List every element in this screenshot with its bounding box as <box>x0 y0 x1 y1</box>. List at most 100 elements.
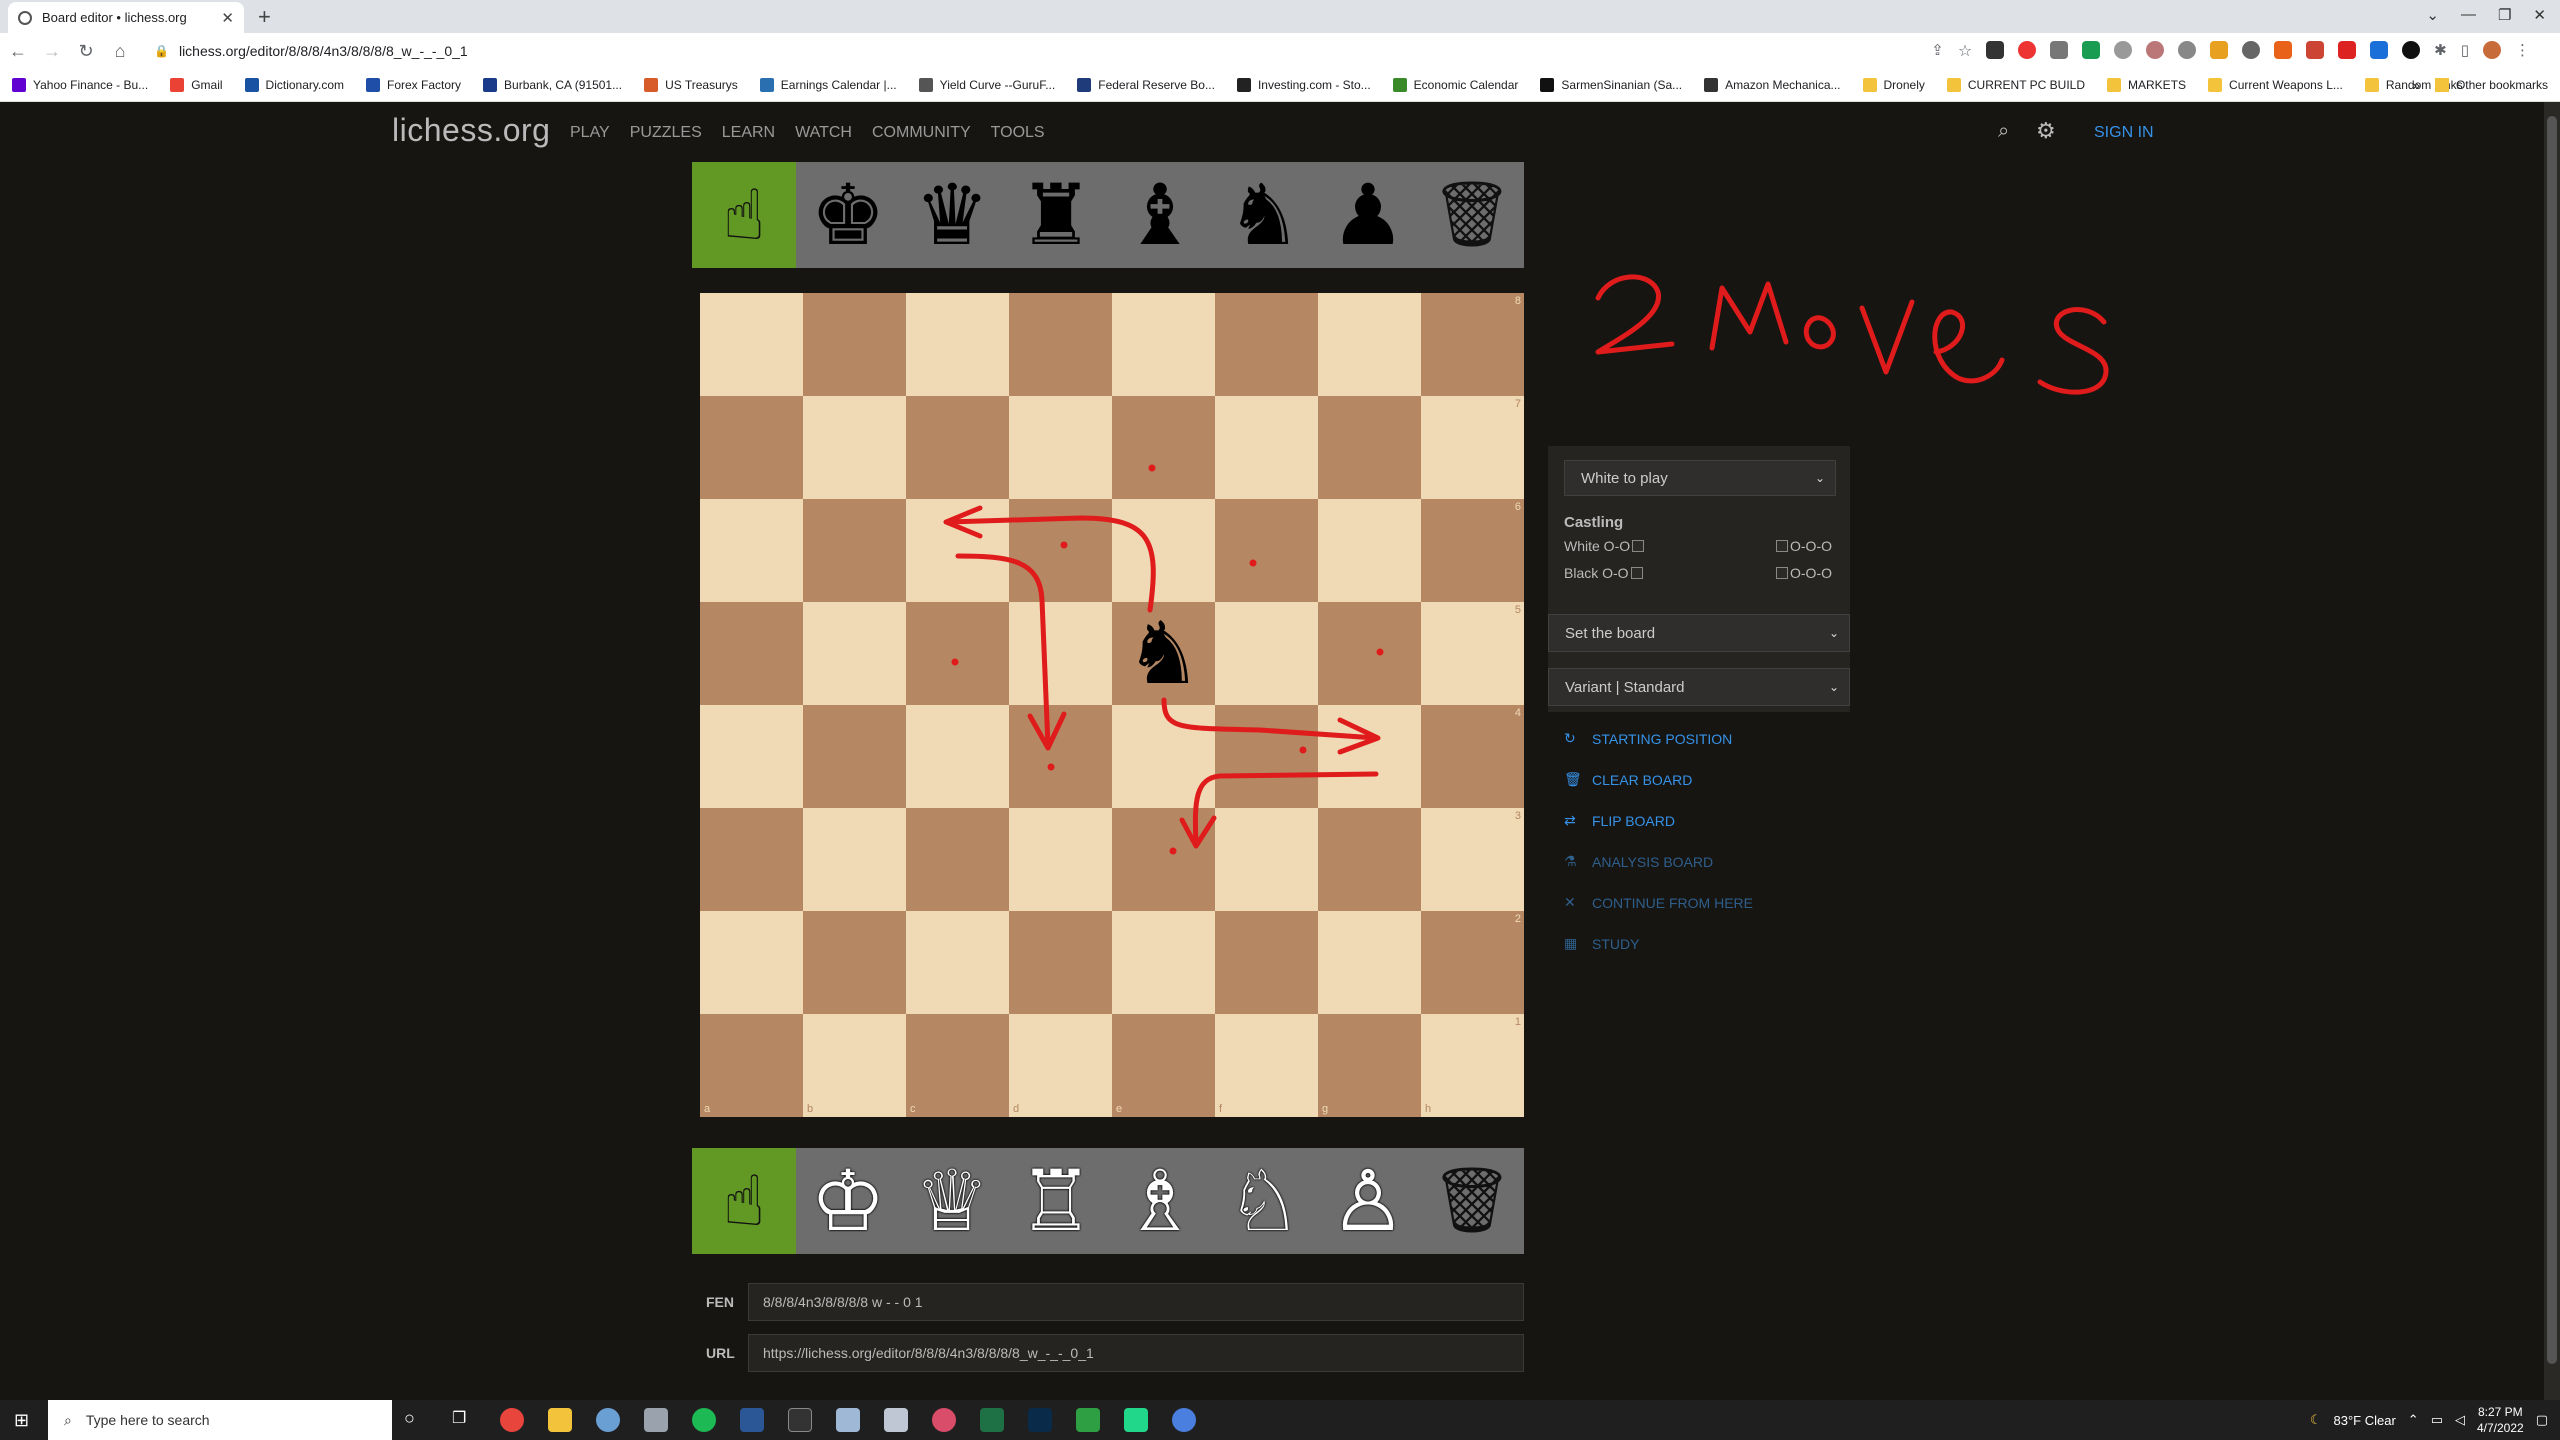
bookmark-star-icon[interactable]: ☆ <box>1958 41 1972 61</box>
square-d4[interactable] <box>1009 705 1112 808</box>
square-g2[interactable] <box>1318 911 1421 1014</box>
starting-position-button[interactable]: ↻ STARTING POSITION <box>1564 730 1732 747</box>
back-icon[interactable]: ← <box>2 41 34 62</box>
black-rook-icon[interactable]: ♜ <box>1004 162 1108 268</box>
square-e1[interactable]: e <box>1112 1014 1215 1117</box>
square-e5[interactable]: ♞ <box>1112 602 1215 705</box>
square-h5[interactable]: 5 <box>1421 602 1524 705</box>
bookmark-item[interactable]: CURRENT PC BUILD <box>1946 78 2085 92</box>
photoshop-icon[interactable] <box>1028 1408 1052 1432</box>
black-knight-piece[interactable]: ♞ <box>1112 602 1215 705</box>
extension-icon[interactable] <box>1986 41 2005 59</box>
bookmark-item[interactable]: Burbank, CA (91501... <box>483 78 622 92</box>
bookmark-item[interactable]: Investing.com - Sto... <box>1236 78 1371 92</box>
square-d2[interactable] <box>1009 911 1112 1014</box>
weather-icon[interactable]: ☾ <box>2310 1412 2322 1428</box>
nav-learn[interactable]: LEARN <box>722 124 775 142</box>
nav-community[interactable]: COMMUNITY <box>872 124 971 142</box>
square-h8[interactable]: 8 <box>1421 293 1524 396</box>
square-b8[interactable] <box>803 293 906 396</box>
square-f7[interactable] <box>1215 396 1318 499</box>
square-a4[interactable] <box>700 705 803 808</box>
bookmark-item[interactable]: Yahoo Finance - Bu... <box>12 78 148 92</box>
page-scrollbar[interactable] <box>2544 102 2560 1400</box>
app-icon[interactable] <box>644 1408 668 1432</box>
bookmark-item[interactable]: Dictionary.com <box>244 78 344 92</box>
white-king-icon[interactable]: ♔ <box>796 1148 900 1254</box>
pointer-hand-icon[interactable]: ☝ <box>692 1148 796 1254</box>
black-ooo-checkbox[interactable] <box>1776 567 1788 579</box>
calculator-icon[interactable] <box>884 1408 908 1432</box>
square-a2[interactable] <box>700 911 803 1014</box>
trash-icon[interactable]: 🗑 <box>1420 162 1524 268</box>
square-f4[interactable] <box>1215 705 1318 808</box>
square-c2[interactable] <box>906 911 1009 1014</box>
excel-icon[interactable] <box>980 1408 1004 1432</box>
white-ooo-checkbox[interactable] <box>1776 540 1788 552</box>
nav-puzzles[interactable]: PUZZLES <box>630 124 702 142</box>
sidebar-icon[interactable]: ▯ <box>2461 41 2469 61</box>
white-bishop-icon[interactable]: ♗ <box>1108 1148 1212 1254</box>
square-c6[interactable] <box>906 499 1009 602</box>
app-icon[interactable] <box>932 1408 956 1432</box>
new-tab-icon[interactable]: + <box>258 4 271 30</box>
set-board-select[interactable]: Set the board ⌄ <box>1548 614 1850 652</box>
spotify-icon[interactable] <box>692 1408 716 1432</box>
square-c3[interactable] <box>906 808 1009 911</box>
network-icon[interactable]: ▭ <box>2431 1412 2443 1428</box>
square-e8[interactable] <box>1112 293 1215 396</box>
black-bishop-icon[interactable]: ♝ <box>1108 162 1212 268</box>
square-a5[interactable] <box>700 602 803 705</box>
nav-watch[interactable]: WATCH <box>795 124 852 142</box>
app-icon[interactable] <box>1172 1408 1196 1432</box>
pointer-hand-icon[interactable]: ☝ <box>692 162 796 268</box>
lock-icon[interactable]: 🔒 <box>154 44 169 58</box>
extension-icon[interactable] <box>2050 41 2069 59</box>
square-b2[interactable] <box>803 911 906 1014</box>
app-icon[interactable] <box>596 1408 620 1432</box>
chevron-down-icon[interactable]: ⌄ <box>2426 6 2439 24</box>
url-omnibox[interactable]: 🔒 lichess.org/editor/8/8/8/4n3/8/8/8/8_w… <box>140 37 2020 65</box>
square-b7[interactable] <box>803 396 906 499</box>
square-b6[interactable] <box>803 499 906 602</box>
extension-icon[interactable] <box>2178 41 2197 59</box>
forward-icon[interactable]: → <box>36 41 68 62</box>
search-icon[interactable]: ⌕ <box>1998 120 2009 143</box>
bookmark-item[interactable]: US Treasurys <box>644 78 738 92</box>
square-c7[interactable] <box>906 396 1009 499</box>
square-d3[interactable] <box>1009 808 1112 911</box>
square-a3[interactable] <box>700 808 803 911</box>
taskbar-search[interactable]: ⌕ Type here to search <box>48 1400 392 1440</box>
chevron-up-icon[interactable]: ⌃ <box>2408 1412 2419 1428</box>
white-oo-checkbox[interactable] <box>1632 540 1645 552</box>
bookmark-item[interactable]: Forex Factory <box>366 78 461 92</box>
bookmark-item[interactable]: Economic Calendar <box>1392 78 1518 92</box>
word-icon[interactable] <box>740 1408 764 1432</box>
square-f6[interactable] <box>1215 499 1318 602</box>
extension-icon[interactable] <box>2082 41 2101 59</box>
flip-board-button[interactable]: ⇄ FLIP BOARD <box>1564 812 1675 829</box>
square-g6[interactable] <box>1318 499 1421 602</box>
square-c1[interactable]: c <box>906 1014 1009 1117</box>
square-h4[interactable]: 4 <box>1421 705 1524 808</box>
restore-icon[interactable]: ❐ <box>2498 6 2511 24</box>
minimize-icon[interactable]: — <box>2461 6 2476 24</box>
square-e7[interactable] <box>1112 396 1215 499</box>
continue-from-here-button[interactable]: ✕ CONTINUE FROM HERE <box>1564 894 1753 911</box>
chess-board[interactable]: 8 7 6 ♞ 5 4 3 2 a b c d e f g 1 h <box>700 293 1524 1117</box>
square-c4[interactable] <box>906 705 1009 808</box>
square-d8[interactable] <box>1009 293 1112 396</box>
square-a1[interactable]: a <box>700 1014 803 1117</box>
windows-start-icon[interactable]: ⊞ <box>14 1410 29 1431</box>
extension-icon[interactable] <box>2338 41 2357 59</box>
browser-tab[interactable]: Board editor • lichess.org ✕ <box>8 2 244 33</box>
close-tab-icon[interactable]: ✕ <box>221 9 234 27</box>
bookmark-item[interactable]: Earnings Calendar |... <box>759 78 897 92</box>
bookmark-item[interactable]: MARKETS <box>2107 78 2186 92</box>
analysis-board-button[interactable]: ⚗ ANALYSIS BOARD <box>1564 853 1713 870</box>
puzzle-extensions-icon[interactable]: ✱ <box>2434 41 2447 61</box>
taskbar-clock[interactable]: 8:27 PM 4/7/2022 <box>2477 1404 2524 1436</box>
extension-icon[interactable] <box>2018 41 2037 59</box>
task-view-icon[interactable]: ❐ <box>452 1408 476 1432</box>
gear-icon[interactable]: ⚙ <box>2036 118 2056 144</box>
